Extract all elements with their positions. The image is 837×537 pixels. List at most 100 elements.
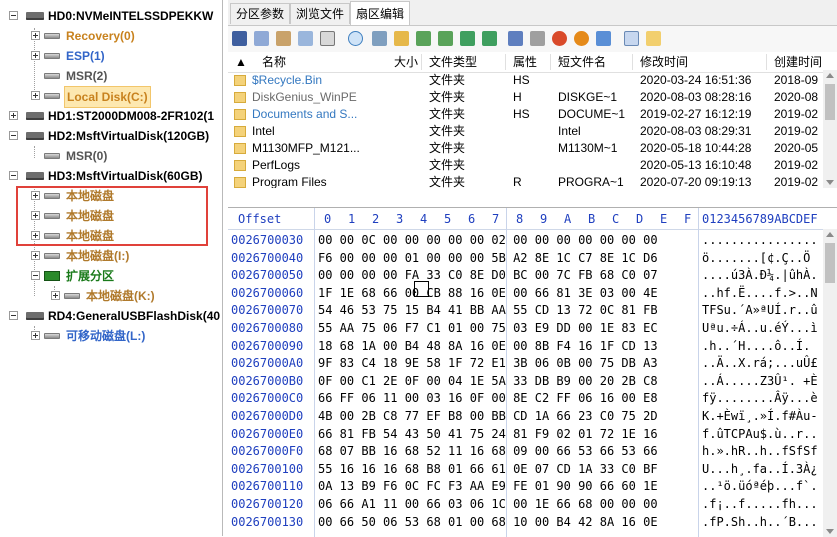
hex-bytes[interactable]: 66 FF 06 11 00 03 16 0F 00 8E C2 FF 06 1… — [318, 390, 658, 408]
hex-ascii[interactable]: TFSu.´A»ªUÍ.r..û — [702, 302, 818, 320]
tab-partition-params[interactable]: 分区参数 — [230, 3, 291, 24]
expand-icon[interactable] — [9, 111, 18, 120]
expand-icon[interactable] — [31, 331, 40, 340]
find-next-icon[interactable] — [372, 31, 387, 46]
hex-bytes[interactable]: 0A 13 B9 F6 0C FC F3 AA E9 FE 01 90 90 6… — [318, 478, 658, 496]
hex-ascii[interactable]: ................ — [702, 232, 818, 250]
scroll-down-icon[interactable] — [826, 529, 834, 534]
col-ctime[interactable]: 创建时间 — [774, 52, 822, 72]
hex-bytes[interactable]: 9F 83 C4 18 9E 58 1F 72 E1 3B 06 0B 00 7… — [318, 355, 658, 373]
hex-bytes[interactable]: 68 07 BB 16 68 52 11 16 68 09 00 66 53 6… — [318, 443, 658, 461]
select-icon[interactable] — [320, 31, 335, 46]
template-icon[interactable] — [574, 31, 589, 46]
tab-browse-files[interactable]: 浏览文件 — [290, 3, 351, 24]
hex-bytes[interactable]: 55 16 16 16 68 B8 01 66 61 0E 07 CD 1A 3… — [318, 461, 658, 479]
file-short-name: M1130M~1 — [558, 141, 618, 155]
copy-icon[interactable] — [254, 31, 269, 46]
expand-icon[interactable] — [31, 31, 40, 40]
hex-col-header: 5 — [444, 212, 452, 226]
expand-icon[interactable] — [51, 291, 60, 300]
hex-ascii[interactable]: U...h¸.fa..Í.3À¿ — [702, 461, 818, 479]
goto-icon[interactable] — [394, 31, 409, 46]
hex-ascii[interactable]: ö.......[¢.Ç..Ö — [702, 250, 810, 268]
up-arrow-icon[interactable] — [416, 31, 431, 46]
hex-bytes[interactable]: 4B 00 2B C8 77 EF B8 00 BB CD 1A 66 23 C… — [318, 408, 658, 426]
file-list-header: ▲ 名称 大小 文件类型 属性 短文件名 修改时间 创建时间 — [228, 52, 837, 73]
hex-ascii[interactable]: ..Ä..X.rá;...uÛ£ — [702, 355, 818, 373]
colorful-icon[interactable] — [552, 31, 567, 46]
hex-bytes[interactable]: 0F 00 C1 2E 0F 00 04 1E 5A 33 DB B9 00 2… — [318, 373, 658, 391]
down-arrow-icon[interactable] — [438, 31, 453, 46]
tab-sector-editor[interactable]: 扇区编辑 — [350, 1, 411, 25]
hex-bytes[interactable]: 00 00 00 00 FA 33 C0 8E D0 BC 00 7C FB 6… — [318, 267, 658, 285]
folder-icon — [234, 126, 246, 137]
col-attr[interactable]: 属性 — [513, 52, 537, 72]
hex-scrollbar[interactable] — [823, 229, 837, 537]
file-row[interactable]: Intel 文件夹 Intel 2020-08-03 08:29:31 2019-02 — [228, 123, 823, 140]
file-row[interactable]: M1130MFP_M121... 文件夹 M1130M~1 2020-05-18 10… — [228, 140, 823, 157]
file-short-name: DISKGE~1 — [558, 90, 618, 104]
hex-bytes[interactable]: 00 66 50 06 53 68 01 00 68 10 00 B4 42 8… — [318, 514, 658, 532]
hex-ascii[interactable]: ..Á.....Z3Û¹. +È — [702, 373, 818, 391]
hex-bytes[interactable]: 55 AA 75 06 F7 C1 01 00 75 03 E9 DD 00 1… — [318, 320, 658, 338]
hex-ascii[interactable]: K.+Èwï¸.»Í.f#Àu- — [702, 408, 818, 426]
scroll-thumb[interactable] — [825, 243, 835, 283]
undo-icon[interactable] — [298, 31, 313, 46]
hex-editor[interactable]: Offset 0 1 2 3 4 5 6 7 8 9 A B C D E F 0123456789ABCDEF … — [228, 207, 837, 537]
hex-bytes[interactable]: 18 68 1A 00 B4 48 8A 16 0E 00 8B F4 16 1… — [318, 338, 658, 356]
grid-icon[interactable] — [596, 31, 611, 46]
file-row[interactable]: PerfLogs 文件夹 2020-05-13 16:10:48 2019-02 — [228, 157, 823, 174]
file-row[interactable]: Program Files 文件夹 R PROGRA~1 2020-07-20 09:1… — [228, 174, 823, 188]
scroll-down-icon[interactable] — [826, 180, 834, 185]
col-size[interactable]: 大小 — [394, 52, 418, 72]
hex-ascii[interactable]: .fP.Sh..h..´B... — [702, 514, 818, 532]
expand-icon[interactable] — [31, 51, 40, 60]
col-name[interactable]: 名称 — [262, 52, 286, 72]
hex-bytes[interactable]: 1F 1E 68 66 00 CB 88 16 0E 00 66 81 3E 0… — [318, 285, 658, 303]
hex-bytes[interactable]: 06 66 A1 11 00 66 03 06 1C 00 1E 66 68 0… — [318, 496, 658, 514]
hex-ascii[interactable]: fÿ........Âÿ...è — [702, 390, 818, 408]
find-icon[interactable] — [348, 31, 363, 46]
hex-ascii[interactable]: Uªu.÷Á..u.éÝ...ì — [702, 320, 818, 338]
hex-bytes[interactable]: 66 81 FB 54 43 50 41 75 24 81 F9 02 01 7… — [318, 426, 658, 444]
hex-bytes[interactable]: F6 00 00 00 01 00 00 00 5B A2 8E 1C C7 8… — [318, 250, 658, 268]
document-icon[interactable] — [624, 31, 639, 46]
file-row[interactable]: Documents and S... 文件夹 HS DOCUME~1 2019-02-2… — [228, 106, 823, 123]
hex-offset: 0026700040 — [231, 250, 304, 265]
hex-bytes[interactable]: 54 46 53 75 15 B4 41 BB AA 55 CD 13 72 0… — [318, 302, 658, 320]
bookmark-icon[interactable] — [508, 31, 523, 46]
col-mtime[interactable]: 修改时间 — [640, 52, 688, 72]
bookmark-next-icon[interactable] — [530, 31, 545, 46]
last-sector-icon[interactable] — [482, 31, 497, 46]
collapse-icon[interactable] — [9, 131, 18, 140]
scroll-up-icon[interactable] — [826, 232, 834, 237]
col-type[interactable]: 文件类型 — [429, 52, 477, 72]
save-icon[interactable] — [232, 31, 247, 46]
hex-col-header: A — [564, 212, 572, 226]
hex-ascii[interactable]: ..hf.Ë....f.>..N — [702, 285, 818, 303]
scroll-up-icon[interactable] — [826, 73, 834, 78]
expand-icon[interactable] — [31, 91, 40, 100]
file-row[interactable]: DiskGenius_WinPE 文件夹 H DISKGE~1 2020-08-03 0… — [228, 89, 823, 106]
file-list-scrollbar[interactable] — [823, 70, 837, 188]
paste-icon[interactable] — [276, 31, 291, 46]
hex-bytes[interactable]: 00 00 0C 00 00 00 00 00 02 00 00 00 00 0… — [318, 232, 658, 250]
collapse-icon[interactable] — [9, 171, 18, 180]
hex-ascii[interactable]: ....ú3À.Ð¼.|ûhÀ. — [702, 267, 818, 285]
col-short-name[interactable]: 短文件名 — [558, 52, 606, 72]
collapse-icon[interactable] — [9, 11, 18, 20]
hex-ascii[interactable]: h.».hR..h..fSfSf — [702, 443, 818, 461]
first-sector-icon[interactable] — [460, 31, 475, 46]
scroll-thumb[interactable] — [825, 84, 835, 120]
open-folder-icon[interactable] — [646, 31, 661, 46]
collapse-icon[interactable] — [9, 311, 18, 320]
hex-ascii[interactable]: .h..´H....ô..Í. — [702, 338, 810, 356]
collapse-icon[interactable] — [31, 271, 40, 280]
hex-ascii[interactable]: f.ûTCPAu$.ù..r.. — [702, 426, 818, 444]
file-row[interactable]: $Recycle.Bin 文件夹 HS 2020-03-24 16:51:36 2018… — [228, 72, 823, 89]
expand-icon[interactable] — [31, 251, 40, 260]
hex-ascii[interactable]: ..¹ö.üóªéþ...f`. — [702, 478, 818, 496]
file-name: Intel — [252, 124, 275, 138]
hex-ascii[interactable]: .f¡..f.....fh... — [702, 496, 818, 514]
sort-up-icon[interactable]: ▲ — [235, 52, 247, 72]
